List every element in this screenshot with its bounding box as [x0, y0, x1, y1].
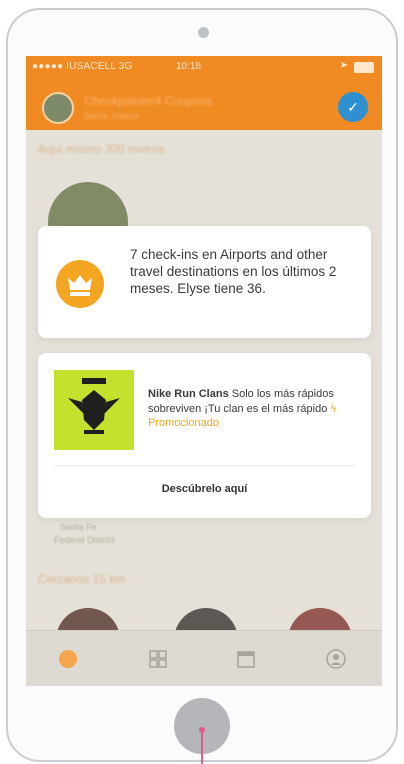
carrier-label: ●●●●● IUSACELL 3G [32, 61, 133, 72]
promo-brand: Nike Run Clans [148, 388, 229, 400]
checkin-icon [59, 650, 77, 668]
pointer-dot [199, 727, 205, 733]
promoted-label: Promocionado [148, 417, 219, 429]
location-arrow-icon: ➤ [339, 60, 348, 71]
status-bar: ●●●●● IUSACELL 3G 10:18 ➤ [26, 56, 382, 78]
card-divider [54, 465, 355, 466]
tab-calendar[interactable] [234, 647, 258, 671]
promo-card[interactable]: Nike Run Clans Solo los más rápidos sobr… [38, 353, 371, 518]
crown-icon [56, 260, 104, 308]
checkmark-icon: ✓ [347, 99, 359, 115]
checkin-button[interactable]: ✓ [338, 92, 368, 122]
tab-checkin[interactable] [56, 647, 80, 671]
tab-grid[interactable] [146, 647, 170, 671]
user-subtitle: Santa Juliana [84, 111, 139, 121]
achievement-text: 7 check-ins en Airports and other travel… [130, 247, 337, 296]
avatar[interactable] [42, 92, 74, 124]
pointer-line [201, 730, 203, 764]
lightning-icon: ϟ [330, 402, 337, 415]
discover-button[interactable]: Descúbrelo aquí [38, 483, 371, 495]
achievement-card[interactable]: 7 check-ins en Airports and other travel… [38, 226, 371, 338]
tab-bar [26, 630, 382, 686]
place-label: Santa Fe [60, 522, 97, 532]
promo-image[interactable] [54, 370, 134, 450]
profile-icon [326, 649, 346, 669]
camera-dot [198, 27, 209, 38]
battery-icon [354, 62, 374, 73]
user-name: Checkpointer4 Coupons [84, 94, 213, 108]
section-header-nearby: Aquí mismo 300 metros [38, 142, 165, 156]
calendar-icon [237, 651, 255, 668]
app-header: Checkpointer4 Coupons Santa Juliana ✓ [26, 78, 382, 130]
place-label: Federal District [54, 535, 115, 545]
clock: 10:18 [176, 61, 202, 72]
tab-profile[interactable] [324, 647, 348, 671]
promo-text: Nike Run Clans Solo los más rápidos sobr… [148, 387, 366, 431]
app-screen: ●●●●● IUSACELL 3G 10:18 ➤ Checkpointer4 … [26, 56, 382, 686]
section-header-close: Cercanos 15 km [38, 572, 126, 586]
grid-icon [149, 650, 167, 668]
